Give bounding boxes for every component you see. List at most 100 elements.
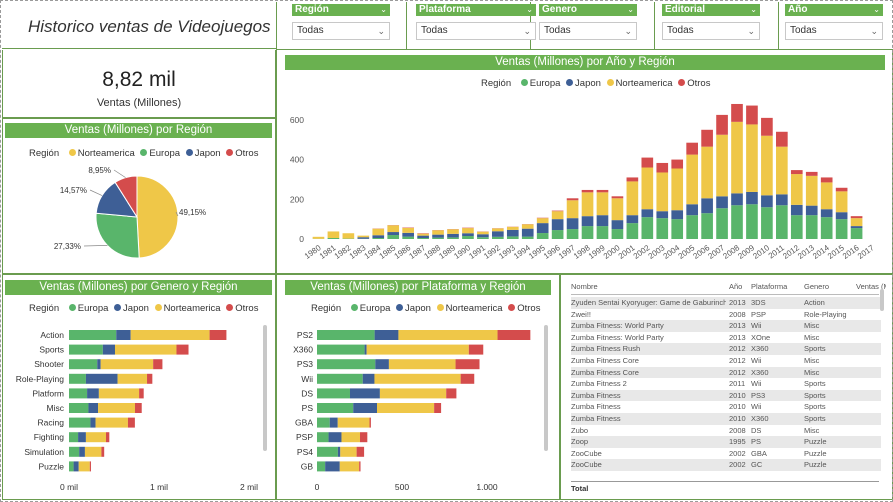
year-bar-norteamerica[interactable]: [776, 146, 788, 195]
bar-japon[interactable]: [374, 330, 399, 340]
bar-europa[interactable]: [69, 432, 79, 443]
year-bar-japon[interactable]: [731, 193, 743, 206]
year-bar-norteamerica[interactable]: [357, 235, 370, 238]
table-row[interactable]: Zumba Fitness: World Party 2013 Wii Misc: [571, 320, 881, 332]
table-header-cell[interactable]: Año: [729, 281, 749, 293]
year-bar-norteamerica[interactable]: [566, 200, 579, 219]
year-bar-japon[interactable]: [671, 210, 684, 220]
bar-japon[interactable]: [329, 417, 338, 428]
year-bar-otros[interactable]: [835, 187, 848, 192]
year-bar-norteamerica[interactable]: [447, 229, 459, 234]
year-bar-norteamerica[interactable]: [536, 218, 549, 224]
year-bar-europa[interactable]: [626, 223, 639, 239]
year-bar-norteamerica[interactable]: [387, 225, 400, 233]
year-bar-europa[interactable]: [506, 236, 519, 239]
year-bar-europa[interactable]: [492, 236, 504, 239]
year-bar-europa[interactable]: [566, 229, 579, 239]
year-bar-japon[interactable]: [596, 215, 609, 227]
bar-japon[interactable]: [97, 359, 101, 370]
year-bar-norteamerica[interactable]: [611, 198, 624, 221]
bar-norteamerica[interactable]: [95, 417, 128, 428]
bar-norteamerica[interactable]: [374, 373, 461, 384]
pie-slice-europa[interactable]: [95, 212, 140, 259]
bar-otros[interactable]: [434, 403, 442, 413]
slicer-ao-dropdown[interactable]: Todas ⌄: [785, 22, 883, 40]
bar-norteamerica[interactable]: [117, 373, 148, 384]
bar-europa[interactable]: [69, 461, 74, 472]
year-bar-japon[interactable]: [641, 209, 654, 218]
year-bar-norteamerica[interactable]: [820, 182, 833, 210]
year-bar-otros[interactable]: [581, 189, 594, 193]
year-bar-norteamerica[interactable]: [327, 231, 340, 239]
year-bar-otros[interactable]: [686, 142, 698, 155]
year-bar-otros[interactable]: [626, 177, 639, 182]
year-bar-europa[interactable]: [835, 219, 848, 239]
slicer-genero-dropdown[interactable]: Todas ⌄: [539, 22, 637, 40]
year-bar-norteamerica[interactable]: [462, 228, 474, 234]
year-bar-europa[interactable]: [551, 230, 564, 239]
bar-norteamerica[interactable]: [85, 432, 106, 443]
bar-otros[interactable]: [147, 373, 153, 384]
table-row[interactable]: ZooCube 2002 GBA Puzzle: [571, 448, 881, 460]
year-bar-otros[interactable]: [776, 131, 788, 147]
year-bar-europa[interactable]: [432, 237, 444, 239]
bar-otros[interactable]: [369, 417, 371, 428]
bar-europa[interactable]: [69, 417, 91, 428]
bar-otros[interactable]: [455, 359, 480, 370]
year-bar-norteamerica[interactable]: [701, 146, 713, 199]
year-bar-japon[interactable]: [581, 216, 594, 227]
bar-otros[interactable]: [360, 432, 368, 443]
year-bar-otros[interactable]: [716, 114, 728, 135]
year-bar-norteamerica[interactable]: [746, 124, 758, 192]
year-bar-europa[interactable]: [850, 228, 863, 239]
year-bar-japon[interactable]: [820, 209, 833, 218]
bar-otros[interactable]: [359, 461, 361, 472]
year-bar-norteamerica[interactable]: [372, 228, 385, 236]
year-bar-japon[interactable]: [402, 232, 414, 237]
bar-europa[interactable]: [69, 403, 89, 413]
bar-norteamerica[interactable]: [337, 417, 370, 428]
bar-japon[interactable]: [85, 373, 118, 384]
year-bar-norteamerica[interactable]: [521, 224, 534, 229]
year-bar-europa[interactable]: [611, 229, 624, 239]
year-bar-japon[interactable]: [447, 233, 459, 238]
table-row[interactable]: ZooCube 2002 GC Puzzle: [571, 459, 881, 471]
year-bar-norteamerica[interactable]: [656, 172, 669, 212]
year-bar-japon[interactable]: [566, 218, 579, 230]
bar-norteamerica[interactable]: [98, 388, 140, 399]
year-bar-europa[interactable]: [686, 215, 698, 239]
bar-otros[interactable]: [356, 446, 365, 457]
year-bar-japon[interactable]: [611, 220, 624, 230]
year-bar-japon[interactable]: [656, 211, 669, 219]
year-bar-otros[interactable]: [850, 216, 863, 219]
year-bar-chart[interactable]: 0200400600198019811982198319841985198619…: [277, 90, 892, 273]
bar-japon[interactable]: [87, 388, 99, 399]
bar-japon[interactable]: [102, 344, 115, 355]
table-header-cell[interactable]: Genero: [804, 281, 854, 293]
bar-japon[interactable]: [337, 446, 341, 457]
year-bar-otros[interactable]: [671, 159, 684, 169]
year-bar-europa[interactable]: [776, 205, 788, 239]
year-bar-europa[interactable]: [731, 205, 743, 239]
bar-europa[interactable]: [317, 403, 354, 413]
year-bar-norteamerica[interactable]: [506, 226, 519, 230]
bar-norteamerica[interactable]: [388, 359, 456, 370]
year-bar-japon[interactable]: [716, 196, 728, 209]
bar-otros[interactable]: [446, 388, 457, 399]
genre-bar-chart[interactable]: Action Sports Shooter Role-Playing Platform M…: [3, 315, 275, 499]
bar-europa[interactable]: [317, 461, 326, 472]
year-bar-japon[interactable]: [850, 226, 863, 229]
bar-otros[interactable]: [497, 330, 531, 340]
year-bar-japon[interactable]: [686, 204, 698, 216]
year-bar-norteamerica[interactable]: [716, 134, 728, 197]
bar-norteamerica[interactable]: [398, 330, 498, 340]
year-bar-norteamerica[interactable]: [477, 231, 489, 235]
bar-norteamerica[interactable]: [78, 461, 90, 472]
year-bar-norteamerica[interactable]: [581, 192, 594, 217]
year-bar-otros[interactable]: [641, 157, 654, 168]
year-bar-norteamerica[interactable]: [671, 168, 684, 211]
year-bar-norteamerica[interactable]: [312, 236, 325, 239]
table-header-cell[interactable]: Nombre: [571, 281, 726, 293]
bar-europa[interactable]: [317, 417, 330, 428]
year-bar-europa[interactable]: [581, 226, 594, 239]
